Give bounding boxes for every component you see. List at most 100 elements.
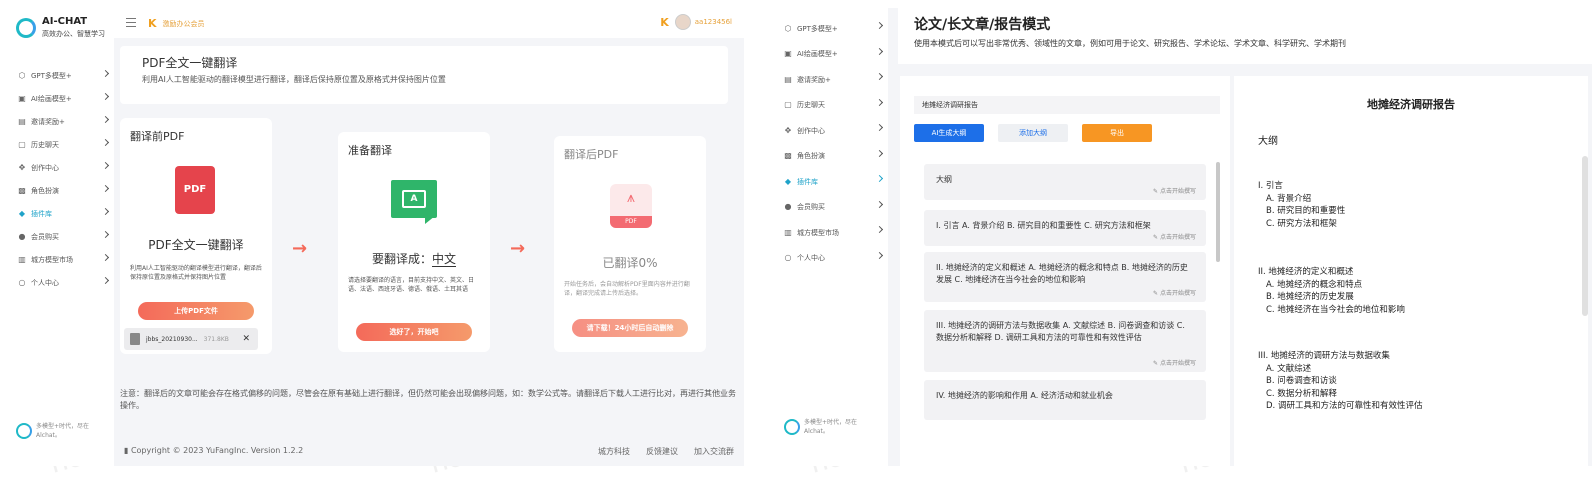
section-heading: III. 地摊经济的调研方法与数据收集: [1258, 351, 1390, 361]
footer-link-feedback[interactable]: 反馈建议: [646, 446, 678, 457]
outline-card[interactable]: 大纲 ✎ 点击开始撰写: [924, 164, 1206, 200]
document-section: II. 地摊经济的定义和概述 A. 地摊经济的概念和特点 B. 地摊经济的历史发…: [1258, 266, 1405, 316]
gift-icon: ▤: [18, 116, 26, 126]
sidebar-item-plugins[interactable]: ◆ 插件库: [774, 169, 888, 195]
page-subtitle: 使用本模式后可以写出非常优秀、领域性的文章，例如可用于论文、研究报告、学术论坛、…: [914, 39, 1346, 48]
remove-file-icon[interactable]: ✕: [242, 334, 250, 344]
start-writing-link[interactable]: ✎ 点击开始撰写: [1153, 360, 1196, 368]
start-writing-link[interactable]: ✎ 点击开始撰写: [1153, 234, 1196, 242]
brand-name: AI-CHAT: [42, 16, 88, 27]
card-before-pdf: 翻译前PDF PDF PDF全文一键翻译 利用AI人工智能驱动的翻译模型进行翻译…: [120, 118, 272, 354]
outline-card[interactable]: I. 引言 A. 背景介绍 B. 研究目的和重要性 C. 研究方法和框架 ✎ 点…: [924, 210, 1206, 246]
sidebar-item-create[interactable]: ✥ 创作中心: [774, 118, 888, 144]
file-name: jbbs_20210930...: [146, 335, 198, 343]
role-icon: ▩: [18, 185, 26, 195]
brand[interactable]: AI-CHAT 高效办公、智慧学习: [16, 16, 105, 40]
sidebar-item-plugins[interactable]: ◆ 插件库: [8, 202, 114, 225]
scrollbar[interactable]: [1582, 156, 1588, 316]
outline-label: 大纲: [1258, 136, 1278, 147]
chevron-right-icon: [101, 276, 110, 285]
sidebar-footer-text: 多模型+时代，尽在Alchat。: [36, 423, 90, 439]
add-outline-button[interactable]: 添加大纲: [998, 124, 1068, 142]
sidebar-item-profile[interactable]: ○ 个人中心: [774, 246, 888, 272]
upload-pdf-button[interactable]: 上传PDF文件: [138, 302, 254, 320]
footer-link-join-group[interactable]: 加入交流群: [694, 446, 734, 457]
sidebar-item-market[interactable]: ▥ 城方模型市场: [8, 248, 114, 271]
outline-card[interactable]: III. 地摊经济的调研方法与数据收集 A. 文献综述 B. 问卷调查和访谈 C…: [924, 310, 1206, 372]
chevron-right-icon: [101, 92, 110, 101]
sidebar-footer: 多模型+时代，尽在Alchat。: [16, 422, 92, 440]
sidebar-item-create[interactable]: ✥ 创作中心: [8, 156, 114, 179]
chevron-right-icon: [875, 225, 884, 234]
chevron-right-icon: [875, 47, 884, 55]
sidebar-item-label: AI绘画模型+: [797, 50, 838, 59]
export-button[interactable]: 导出: [1082, 124, 1152, 142]
sidebar-item-market[interactable]: ▥ 城方模型市场: [774, 220, 888, 246]
footer-link-company[interactable]: 城方科技: [598, 446, 630, 457]
sidebar-item-invite[interactable]: ▤ 邀请奖励+: [8, 110, 114, 133]
vip-badge[interactable]: K 激励办公会员: [148, 17, 205, 30]
chevron-right-icon: [101, 253, 110, 262]
member-icon: ●: [784, 202, 792, 212]
sidebar-item-role[interactable]: ▩ 角色扮演: [8, 179, 114, 202]
page-header: PDF全文一键翻译 利用AI人工智能驱动的翻译模型进行翻译，翻译后保持原位置及原…: [120, 46, 728, 104]
section-item: D. 调研工具和方法的可靠性和有效性评估: [1266, 401, 1423, 411]
chevron-right-icon: [875, 98, 884, 106]
generate-outline-button[interactable]: AI生成大纲: [914, 124, 984, 142]
sidebar-item-gpt[interactable]: ⬡ GPT多模型+: [774, 16, 888, 42]
sidebar-item-label: 插件库: [797, 177, 818, 186]
file-size: 371.8KB: [203, 335, 229, 343]
start-writing-link[interactable]: ✎ 点击开始撰写: [1153, 188, 1196, 196]
topic-input[interactable]: 地摊经济调研报告: [914, 96, 1220, 114]
market-icon: ▥: [784, 227, 792, 237]
start-writing-link[interactable]: ✎ 点击开始撰写: [1153, 290, 1196, 298]
sidebar: AI-CHAT 高效办公、智慧学习 ⬡ GPT多模型+ ▣ AI绘画模型+ ▤ 邀请奖…: [8, 8, 114, 466]
market-icon: ▥: [18, 254, 26, 264]
plugin-icon: ◆: [18, 208, 26, 218]
card-after-pdf: 翻译后PDF ⩚ PDF 已翻译0% 开始任务后，会自动解析PDF里面内容并进行翻…: [554, 136, 706, 352]
sidebar-item-role[interactable]: ▩ 角色扮演: [774, 144, 888, 170]
user-icon: ○: [18, 277, 26, 287]
app-logo-icon: [16, 18, 36, 38]
role-icon: ▩: [784, 151, 792, 161]
outline-card[interactable]: IV. 地摊经济的影响和作用 A. 经济活动和就业机会: [924, 380, 1206, 420]
paper-writing-app: ⬡ GPT多模型+ ▣ AI绘画模型+ ▤ 邀请奖励+ ▢ 历史聊天 ✥ 创作中心 ▩ 角色…: [774, 8, 1592, 466]
member-icon: ●: [18, 231, 26, 241]
sidebar-item-history[interactable]: ▢ 历史聊天: [774, 93, 888, 119]
chart-bars-icon: ▮: [124, 446, 131, 455]
chevron-right-icon: [875, 149, 884, 157]
sidebar-item-ai-draw[interactable]: ▣ AI绘画模型+: [774, 42, 888, 68]
download-button[interactable]: 请下载！24小时后自动删除: [572, 319, 688, 337]
user-menu[interactable]: Kaa123456l: [660, 14, 732, 30]
card-title: 准备翻译: [348, 144, 392, 157]
sidebar-item-history[interactable]: ▢ 历史聊天: [8, 133, 114, 156]
sidebar-item-label: 插件库: [31, 209, 52, 218]
outline-card[interactable]: II. 地摊经济的定义和概述 A. 地摊经济的概念和特点 B. 地摊经济的历史发…: [924, 252, 1206, 302]
chevron-right-icon: [101, 69, 110, 78]
chevron-right-icon: [875, 251, 884, 259]
outline-text: I. 引言 A. 背景介绍 B. 研究目的和重要性 C. 研究方法和框架: [936, 221, 1151, 230]
plugin-icon: ◆: [784, 176, 792, 186]
translate-progress: 已翻译0%: [602, 256, 658, 270]
section-item: C. 数据分析和解释: [1266, 388, 1337, 399]
section-item: B. 问卷调查和访谈: [1266, 376, 1337, 386]
sidebar-item-member[interactable]: ● 会员购买: [8, 225, 114, 248]
sidebar: ⬡ GPT多模型+ ▣ AI绘画模型+ ▤ 邀请奖励+ ▢ 历史聊天 ✥ 创作中心 ▩ 角色…: [774, 8, 888, 466]
sidebar-item-ai-draw[interactable]: ▣ AI绘画模型+: [8, 87, 114, 110]
sidebar-item-member[interactable]: ● 会员购买: [774, 195, 888, 221]
pdf-translate-app: AI-CHAT 高效办公、智慧学习 ⬡ GPT多模型+ ▣ AI绘画模型+ ▤ 邀请奖…: [8, 8, 744, 466]
scrollbar[interactable]: [1216, 162, 1220, 262]
sidebar-item-invite[interactable]: ▤ 邀请奖励+: [774, 67, 888, 93]
outline-text: 大纲: [936, 175, 952, 184]
sidebar-item-label: 邀请奖励+: [31, 117, 65, 126]
sidebar-item-gpt[interactable]: ⬡ GPT多模型+: [8, 64, 114, 87]
app-logo-icon: [784, 419, 800, 435]
start-translate-button[interactable]: 选好了，开始吧: [356, 323, 472, 341]
chevron-right-icon: [875, 123, 884, 132]
page-subtitle: 利用AI人工智能驱动的翻译模型进行翻译，翻译后保持原位置及原格式并保持图片位置: [142, 75, 446, 84]
sidebar-item-profile[interactable]: ○ 个人中心: [8, 271, 114, 294]
target-language-select[interactable]: 中文: [432, 252, 457, 267]
menu-toggle-icon[interactable]: [126, 18, 136, 30]
vip-text: 激励办公会员: [162, 19, 205, 28]
card-prepare-translate: 准备翻译 A 要翻译成：中文 请选择要翻译的语言，目前支持中文、英文、日语、法语…: [338, 132, 490, 352]
